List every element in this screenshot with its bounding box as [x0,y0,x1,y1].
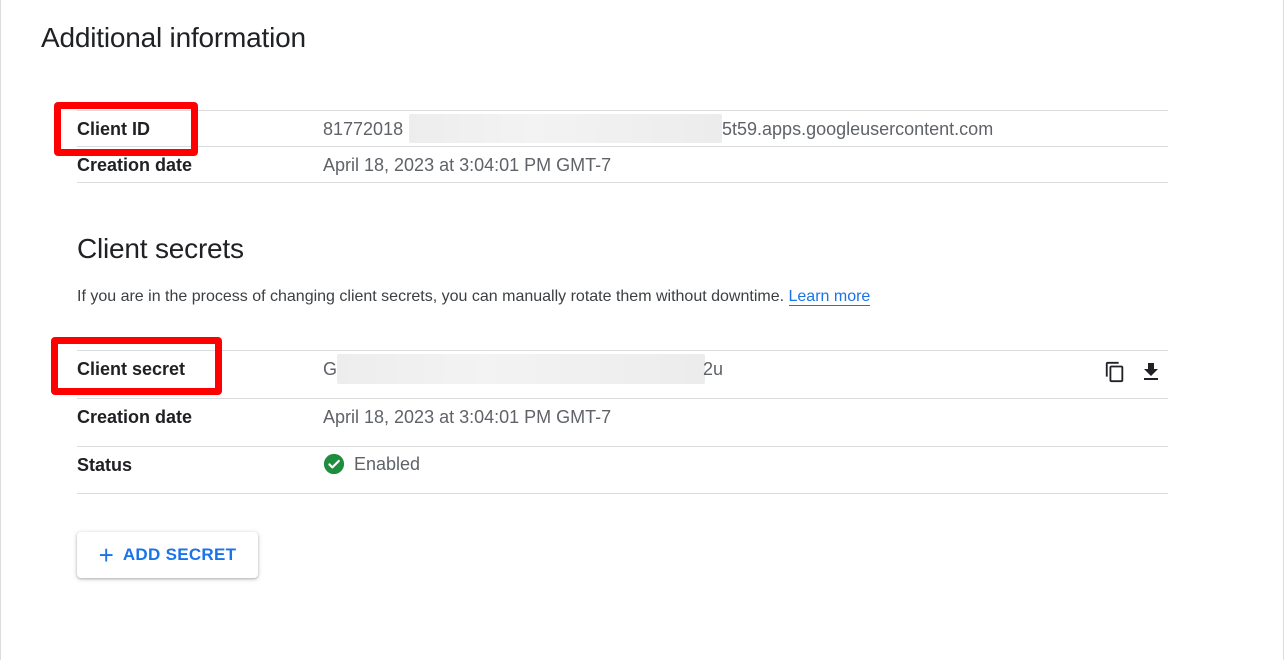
client-secret-prefix: G [323,359,338,379]
client-secrets-description: If you are in the process of changing cl… [77,286,871,308]
divider [77,350,1168,351]
left-border [0,0,1,660]
redacted-client-id [409,114,722,143]
divider [77,146,1168,147]
copy-icon[interactable] [1102,359,1128,385]
divider [77,110,1168,111]
status-value: Enabled [323,453,420,475]
client-secret-suffix: 2u [703,359,724,379]
description-text: If you are in the process of changing cl… [77,288,785,305]
redacted-client-secret [337,354,705,384]
learn-more-link[interactable]: Learn more [788,288,871,306]
highlight-client-id [54,102,198,156]
add-secret-label: ADD SECRET [122,545,237,564]
client-id-prefix: 81772018 [323,119,404,139]
highlight-client-secret [51,337,222,395]
plus-icon: + [98,540,114,570]
secret-creation-label: Creation date [77,407,193,427]
client-creation-label: Creation date [77,155,193,175]
download-icon [1144,363,1158,380]
client-id-suffix: 5t59.apps.googleusercontent.com [722,119,994,139]
page-title: Additional information [41,22,306,53]
download-icon[interactable] [1138,359,1164,385]
secret-creation-value: April 18, 2023 at 3:04:01 PM GMT-7 [323,407,612,427]
right-border [1283,0,1284,660]
divider [77,182,1168,183]
status-text: Enabled [354,454,421,474]
divider [77,398,1168,399]
add-secret-button[interactable]: + ADD SECRET [77,532,258,578]
client-secrets-title: Client secrets [77,233,244,264]
divider [77,493,1168,494]
check-circle-icon [323,453,345,475]
status-label: Status [77,455,133,475]
divider [77,446,1168,447]
copy-icon [1105,361,1124,383]
client-creation-value: April 18, 2023 at 3:04:01 PM GMT-7 [323,155,612,175]
